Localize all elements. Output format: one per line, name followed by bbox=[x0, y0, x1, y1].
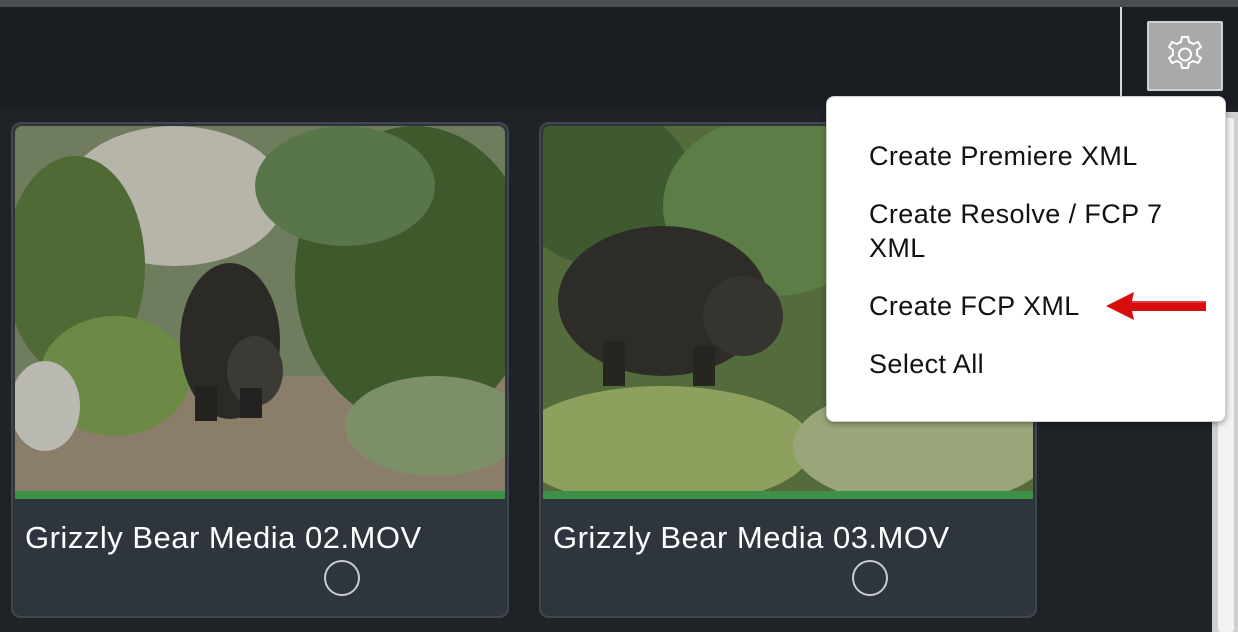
clip-thumbnail bbox=[15, 126, 505, 492]
clip-select-toggle[interactable] bbox=[852, 560, 888, 596]
clip-title: Grizzly Bear Media 02.MOV bbox=[25, 520, 422, 555]
clip-title: Grizzly Bear Media 03.MOV bbox=[553, 520, 950, 555]
clip-progress-bar bbox=[15, 491, 505, 499]
toolbar bbox=[0, 7, 1238, 108]
annotation-arrow-icon bbox=[1106, 292, 1206, 320]
clip-card[interactable]: Grizzly Bear Media 02.MOV bbox=[11, 122, 509, 618]
gear-icon bbox=[1167, 36, 1203, 69]
clip-progress-bar bbox=[543, 491, 1033, 499]
menu-item-select-all[interactable]: Select All bbox=[869, 347, 1189, 381]
clip-select-toggle[interactable] bbox=[324, 560, 360, 596]
settings-button[interactable] bbox=[1147, 21, 1223, 91]
toolbar-divider bbox=[1120, 7, 1122, 99]
settings-dropdown-menu: Create Premiere XML Create Resolve / FCP… bbox=[826, 96, 1226, 422]
menu-item-create-premiere-xml[interactable]: Create Premiere XML bbox=[869, 139, 1189, 173]
menu-item-create-resolve-fcp7-xml[interactable]: Create Resolve / FCP 7 XML bbox=[869, 197, 1189, 265]
top-border bbox=[0, 0, 1238, 7]
